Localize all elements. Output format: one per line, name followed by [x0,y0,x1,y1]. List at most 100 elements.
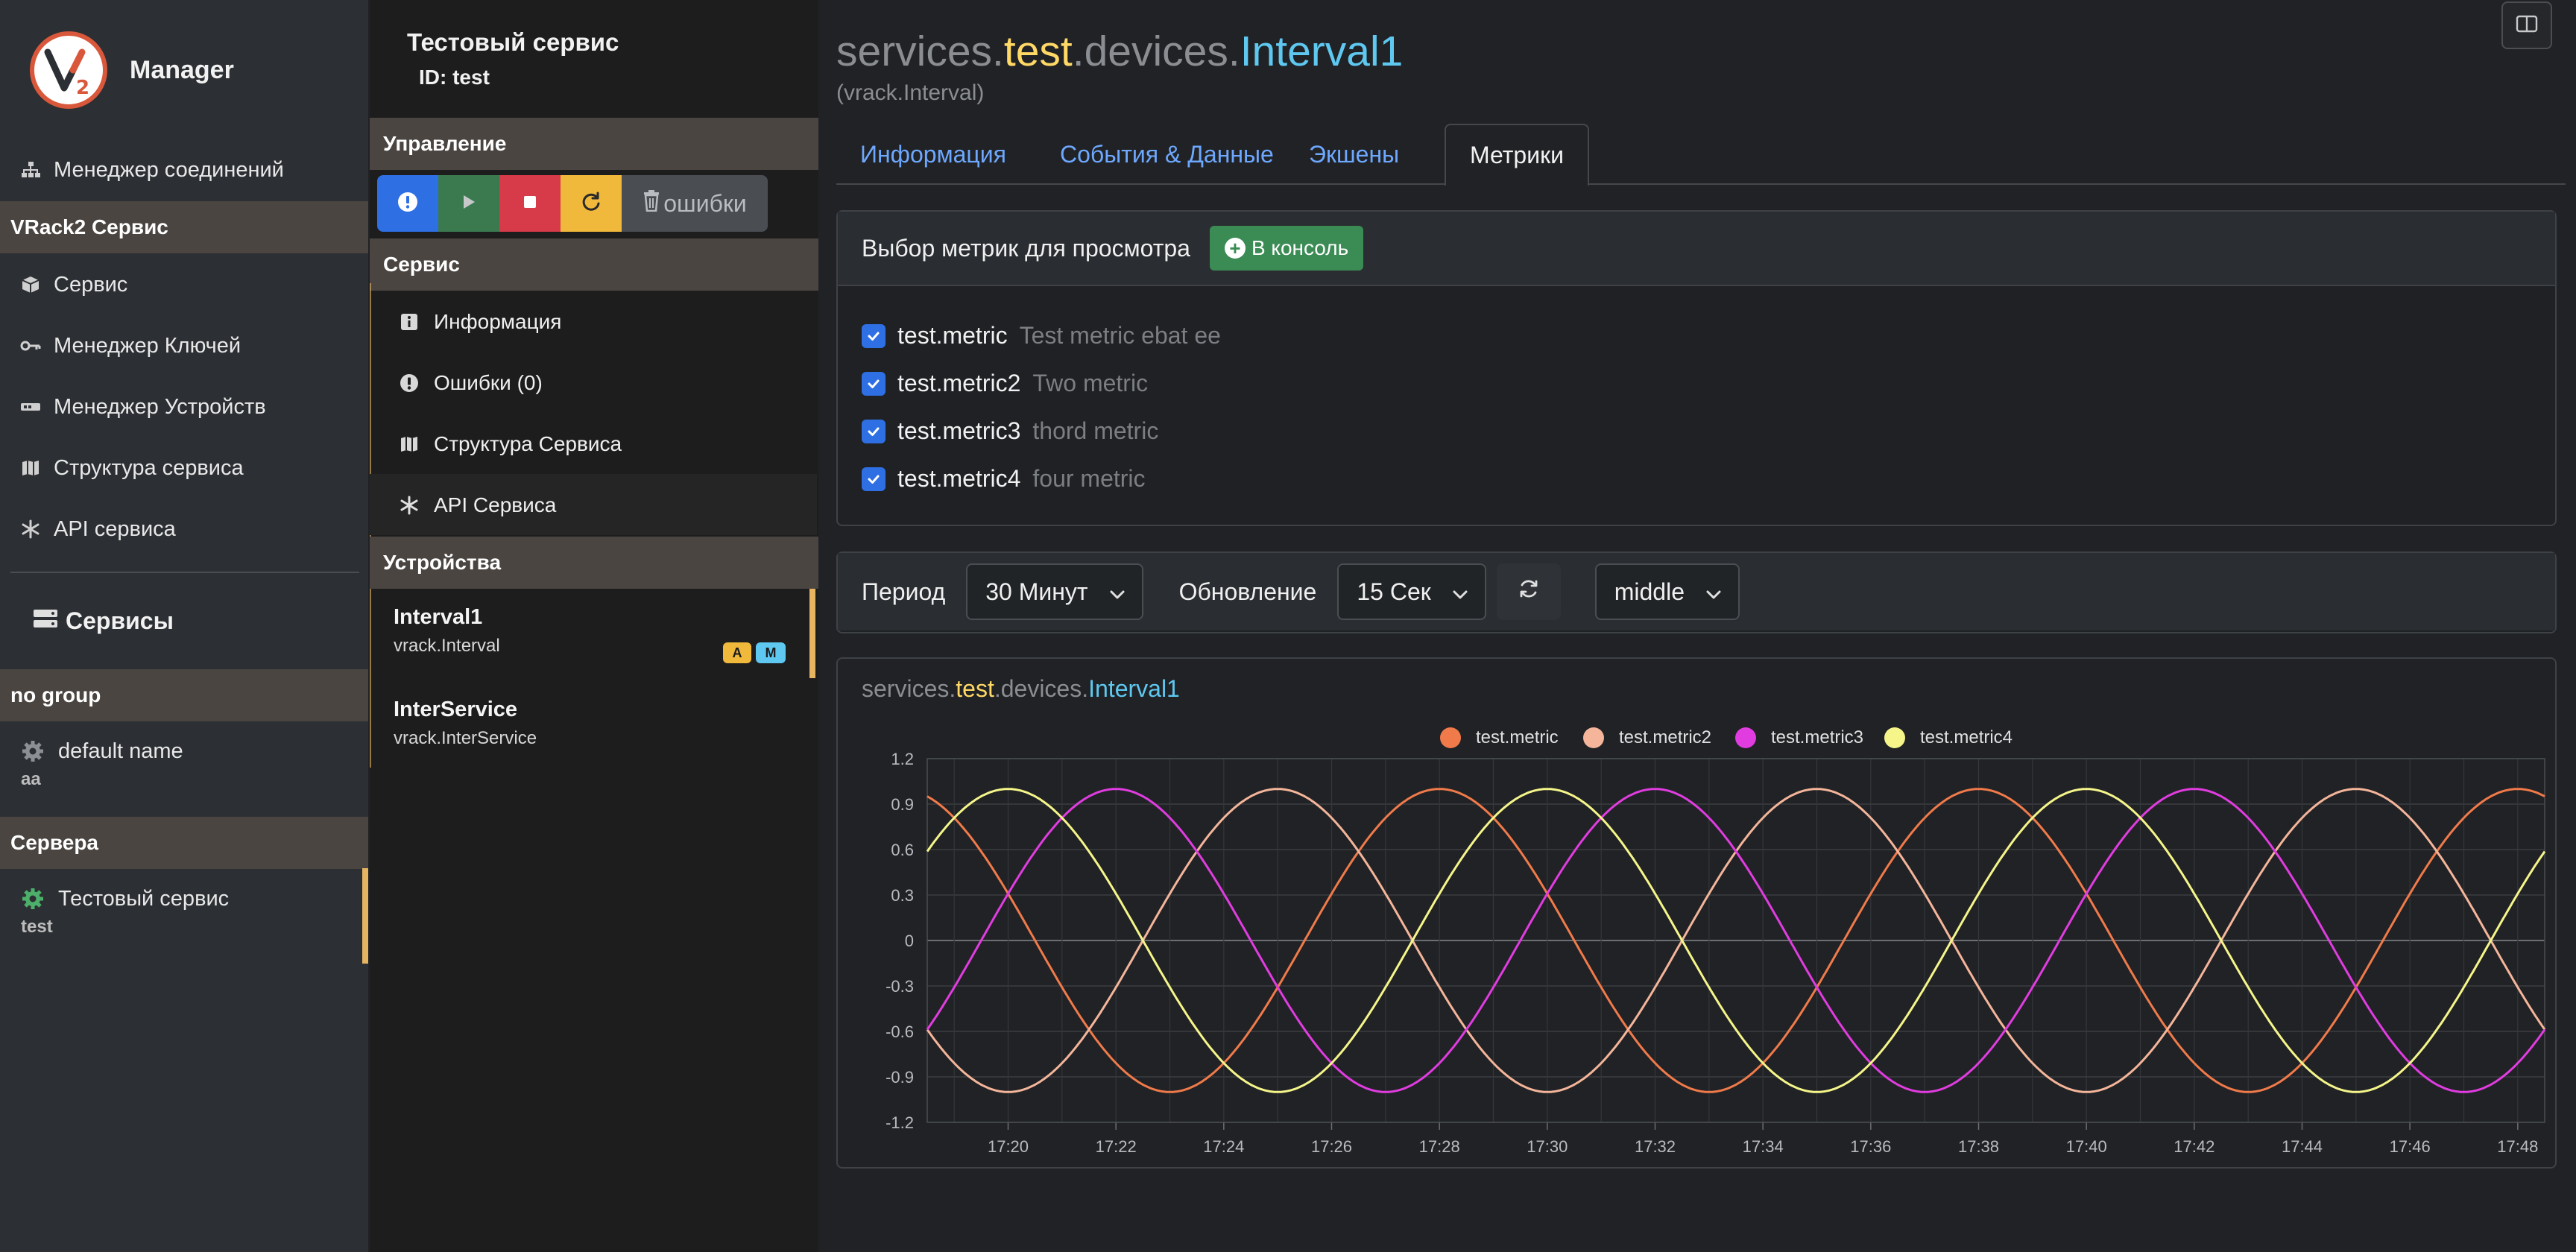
y-tick-label: 1.2 [891,750,914,768]
metrics-card-title: Выбор метрик для просмотра [862,234,1190,262]
update-select[interactable]: 15 Сек [1337,563,1486,620]
start-button[interactable] [438,175,499,232]
map-icon [398,433,420,455]
service-errors-item[interactable]: Ошибки (0) [398,361,543,405]
exclamation-icon [398,372,420,394]
brand[interactable]: 2 Manager [30,31,234,109]
path-dot: . [992,28,1004,75]
metric-name: test.metric [897,322,1008,349]
x-tick-label: 17:32 [1635,1137,1676,1156]
to-console-button[interactable]: + В консоль [1209,226,1364,271]
sidebar-divider [10,572,359,573]
badge-m: M [756,642,786,663]
service-entry-test[interactable]: Тестовый сервис test [19,885,229,938]
device-item-interservice[interactable]: InterService vrack.InterService [394,698,537,749]
devices-header: Устройства [370,537,818,589]
metric-name: test.metric4 [897,465,1021,492]
tab-info[interactable]: Информация [836,124,1030,185]
sidebar-item-label: Сервис [54,272,128,297]
service-heading: Тестовый сервис ID: test [407,28,619,89]
period-select[interactable]: 30 Минут [966,563,1143,620]
metric-description: Two metric [1032,370,1149,396]
badge-a: A [723,642,751,663]
menu-item-label: Ошибки (0) [434,371,543,394]
services-title-text: Сервисы [66,607,174,634]
exclamation-circle-icon [397,191,419,217]
sidebar-item-service-api[interactable]: API сервиса [19,507,176,551]
device-type: vrack.Interval [394,636,500,656]
tab-actions[interactable]: Экшены [1285,124,1423,185]
service-title: Тестовый сервис [407,28,619,56]
y-tick-label: -0.3 [886,977,914,996]
metric-checkbox[interactable] [862,371,886,396]
map-icon [19,457,42,479]
metric-row: test.metric3 thord metric [862,417,1158,445]
main-content: services.test.devices.Interval1 (vrack.I… [818,0,2576,1252]
sidebar-item-service-structure[interactable]: Структура сервиса [19,446,244,490]
server-icon [33,607,58,635]
service-panel: Тестовый сервис ID: test Управление ошиб… [370,0,818,1252]
tab-events-data[interactable]: События & Данные [1036,124,1298,185]
y-tick-label: -1.2 [886,1113,914,1132]
service-structure-item[interactable]: Структура Сервиса [398,422,622,467]
y-tick-label: 0.6 [891,841,914,859]
stop-icon [522,194,538,214]
sidebar-item-label: Менеджер Ключей [54,333,242,358]
sidebar-item-device-manager[interactable]: Менеджер Устройств [19,385,266,429]
metrics-selection-card: Выбор метрик для просмотра + В консоль t… [836,210,2557,526]
device-name: InterService [394,698,518,721]
to-console-label: В консоль [1251,236,1349,259]
x-tick-label: 17:26 [1311,1137,1352,1156]
metric-checkbox[interactable] [862,419,886,443]
metric-name: test.metric2 [897,370,1021,396]
alert-button[interactable] [377,175,438,232]
sidebar-header-no-group: no group [0,669,368,721]
sidebar-item-service[interactable]: Сервис [19,262,127,307]
service-info-item[interactable]: Информация [398,300,561,344]
gear-icon [19,885,46,912]
tab-bar: Информация События & Данные Экшены Метри… [836,124,2566,186]
chevron-down-icon [1452,578,1468,606]
x-tick-label: 17:48 [2497,1137,2538,1156]
path-segment: devices [1084,28,1228,75]
metric-checkbox[interactable] [862,467,886,491]
period-value: 30 Минут [985,578,1088,605]
trash-icon [643,189,660,218]
metric-checkbox[interactable] [862,323,886,348]
sidebar-item-label: API сервиса [54,516,176,541]
tab-metrics[interactable]: Метрики [1445,124,1589,186]
refresh-button[interactable] [1496,563,1561,620]
services-title: Сервисы [33,607,174,635]
device-active-indicator [809,589,815,678]
menu-item-label: Информация [434,310,562,333]
x-tick-label: 17:46 [2390,1137,2431,1156]
y-tick-label: 0.9 [891,795,914,814]
y-tick-label: -0.6 [886,1022,914,1041]
restart-button[interactable] [561,175,622,232]
restart-icon [580,191,602,217]
service-section-header: Сервис [370,238,818,291]
chevron-down-icon [1705,578,1722,606]
x-tick-label: 17:24 [1203,1137,1244,1156]
sidebar-item-key-manager[interactable]: Менеджер Ключей [19,323,241,368]
path-dot: . [1228,28,1240,75]
x-tick-label: 17:44 [2282,1137,2323,1156]
service-entry-default[interactable]: default name aa [19,738,183,790]
service-api-item[interactable]: API Сервиса [398,483,556,528]
play-icon [461,193,477,215]
device-item-interval1[interactable]: Interval1 vrack.Interval [394,605,500,657]
sidebar-item-connection-manager[interactable]: Менеджер соединений [19,148,284,192]
split-view-button[interactable] [2501,1,2552,49]
stop-button[interactable] [499,175,561,232]
sidebar: 2 Manager Менеджер соединений VRack2 Сер… [0,0,368,1252]
active-indicator [362,868,368,964]
clear-errors-button[interactable]: ошибки [622,175,768,232]
mode-select[interactable]: middle [1594,563,1740,620]
svg-text:2: 2 [76,77,89,99]
control-button-group: ошибки [377,175,768,232]
asterisk-icon [19,518,42,540]
metric-description: thord metric [1032,417,1159,444]
device-type: vrack.InterService [394,728,537,748]
metric-row: test.metric2 Two metric [862,370,1148,397]
metric-description: four metric [1032,465,1146,492]
